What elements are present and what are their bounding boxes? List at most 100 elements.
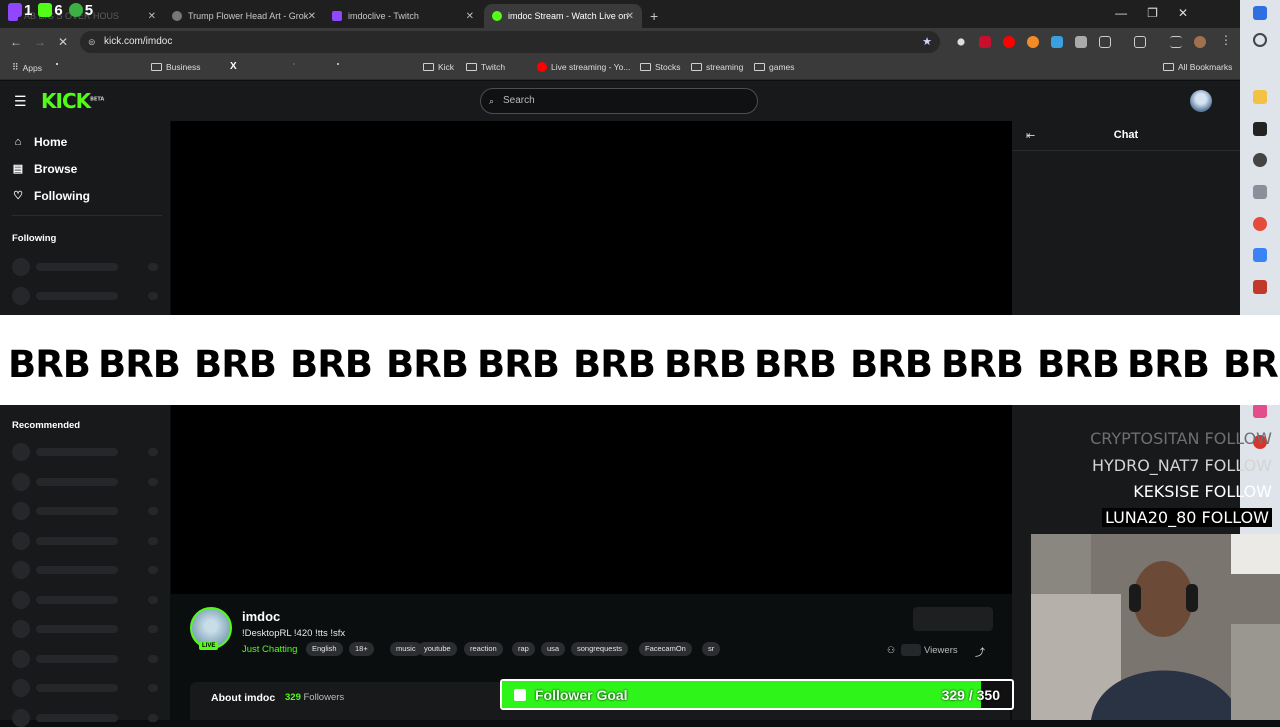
stream-tag[interactable]: usa <box>541 642 566 656</box>
app-icon[interactable] <box>1253 404 1267 418</box>
stream-tag[interactable]: sr <box>702 642 721 656</box>
channel-name[interactable]: imdoc <box>242 609 280 624</box>
close-tab-icon[interactable]: ✕ <box>626 11 634 22</box>
stream-tag[interactable]: English <box>306 642 343 656</box>
nav-following[interactable]: ♡ Following <box>12 189 90 203</box>
restore-icon[interactable]: ❐ <box>1147 6 1158 20</box>
bookmark-star-icon[interactable]: ★ <box>922 31 932 53</box>
close-tab-icon[interactable]: ✕ <box>308 11 316 22</box>
follow-action: FOLLOW <box>1204 456 1272 475</box>
apps-grid-icon: ⠿ <box>12 62 19 72</box>
nav-browse[interactable]: ▤ Browse <box>12 162 78 176</box>
user-avatar[interactable] <box>1190 90 1212 112</box>
store-icon[interactable] <box>1253 248 1267 262</box>
nav-home[interactable]: ⌂ Home <box>12 135 68 149</box>
bookmark-kick[interactable]: Kick <box>423 62 454 72</box>
new-tab-button[interactable]: + <box>642 4 662 28</box>
stream-category[interactable]: Just Chatting <box>242 644 297 655</box>
tab-2[interactable]: Trump Flower Head Art - Grok ✕ <box>164 4 324 28</box>
minimize-icon[interactable]: — <box>1115 6 1127 20</box>
bookmark-label: Twitch <box>481 62 506 72</box>
extension-icon[interactable] <box>979 36 991 48</box>
search-input[interactable]: ⌕ Search <box>480 88 758 114</box>
extension-icon[interactable] <box>957 38 965 46</box>
chrome-icon[interactable] <box>1253 217 1267 231</box>
close-tab-icon[interactable]: ✕ <box>148 11 156 22</box>
x-icon[interactable]: X <box>230 61 237 72</box>
followers-number: 329 <box>285 692 301 703</box>
share-icon[interactable]: ⤴ <box>975 644 985 659</box>
stop-loading-icon[interactable]: ✕ <box>58 35 68 49</box>
stream-tag[interactable]: music <box>390 642 422 656</box>
follow-action: FOLLOW <box>1204 429 1272 448</box>
stream-tag[interactable]: songrequests <box>571 642 629 656</box>
window-controls: — ❐ ✕ <box>1115 6 1188 20</box>
tab-groups-icon[interactable] <box>56 63 58 65</box>
reading-list-icon[interactable] <box>1170 36 1182 48</box>
back-icon[interactable]: ← <box>10 35 22 49</box>
hamburger-menu-icon[interactable]: ☰ <box>14 93 27 110</box>
cast-icon[interactable] <box>1134 36 1146 48</box>
kick-counter: 6 <box>54 2 63 19</box>
brb-text: BRB <box>850 343 933 386</box>
follower-name: HYDRO_NAT7 <box>1091 456 1200 475</box>
nav-label: Browse <box>34 162 78 176</box>
link-icon[interactable] <box>337 63 339 65</box>
close-tab-icon[interactable]: ✕ <box>466 11 474 22</box>
capcut-icon[interactable] <box>1253 122 1267 136</box>
follower-goal-bar: Follower Goal 329 / 350 <box>500 679 1014 710</box>
tab-3[interactable]: imdoclive - Twitch ✕ <box>324 4 482 28</box>
bookmark-twitch[interactable]: Twitch <box>466 62 505 72</box>
bookmark-apps[interactable]: ⠿ Apps <box>12 62 42 73</box>
loading-channel-skeleton <box>12 679 162 697</box>
extension-icon[interactable] <box>1027 36 1039 48</box>
stream-tag[interactable]: reaction <box>464 642 503 656</box>
stream-tag[interactable]: FacecamOn <box>639 642 692 656</box>
webcam-feed <box>1031 534 1280 720</box>
follower-name: KEKSISE <box>1133 482 1200 501</box>
bookmark-streaming[interactable]: streaming <box>691 62 743 72</box>
follow-alert: KEKSISE FOLLOW <box>1133 482 1272 501</box>
bookmark-live-streaming[interactable]: Live streaming - Yo... <box>537 62 630 72</box>
site-info-icon[interactable]: ⊜ <box>88 31 96 53</box>
profile-avatar-icon[interactable] <box>1194 36 1206 48</box>
folder-icon <box>466 63 477 71</box>
extension-icon[interactable] <box>1003 36 1015 48</box>
folder-icon <box>1163 63 1174 71</box>
app-icon[interactable] <box>1253 280 1267 294</box>
bookmark-business[interactable]: Business <box>151 62 201 72</box>
tab-4-active[interactable]: imdoc Stream - Watch Live on ✕ <box>484 4 642 28</box>
stream-tag[interactable]: youtube <box>418 642 457 656</box>
viewer-count-loading <box>901 644 921 656</box>
bookmark-stocks[interactable]: Stocks <box>640 62 681 72</box>
follow-button-loading[interactable] <box>913 607 993 631</box>
app-icon[interactable] <box>1253 185 1267 199</box>
settings-gear-icon[interactable] <box>1253 153 1267 167</box>
bookmark-label: Business <box>166 62 201 72</box>
extensions-puzzle-icon[interactable] <box>1099 36 1111 48</box>
windows-start-icon[interactable] <box>1253 6 1267 20</box>
tiktok-icon[interactable] <box>293 63 295 65</box>
follower-goal-count: 329 / 350 <box>941 687 1000 703</box>
extension-icon[interactable] <box>1075 36 1087 48</box>
chat-title: Chat <box>1113 129 1139 141</box>
search-icon: ⌕ <box>489 96 495 106</box>
kick-logo[interactable]: KICKBETA <box>41 89 104 113</box>
loading-channel-skeleton <box>12 620 162 638</box>
stream-tag[interactable]: 18+ <box>349 642 374 656</box>
clover-counter: 5 <box>84 2 94 19</box>
stream-tag[interactable]: rap <box>512 642 535 656</box>
bookmark-all-bookmarks[interactable]: All Bookmarks <box>1163 62 1232 72</box>
url-field[interactable]: ⊜ kick.com/imdoc ★ <box>80 31 940 53</box>
brb-text: BRB <box>290 343 373 386</box>
close-window-icon[interactable]: ✕ <box>1178 6 1188 20</box>
bookmark-games[interactable]: games <box>754 62 795 72</box>
file-explorer-icon[interactable] <box>1253 90 1267 104</box>
extension-icon[interactable] <box>1051 36 1063 48</box>
loading-channel-skeleton <box>12 591 162 609</box>
twitch-counter: 1 <box>24 2 33 19</box>
menu-kebab-icon[interactable]: ⋮ <box>1220 33 1232 47</box>
brb-text: BRB <box>477 343 560 386</box>
forward-icon[interactable]: → <box>34 35 46 49</box>
taskbar-search-icon[interactable] <box>1253 33 1267 47</box>
